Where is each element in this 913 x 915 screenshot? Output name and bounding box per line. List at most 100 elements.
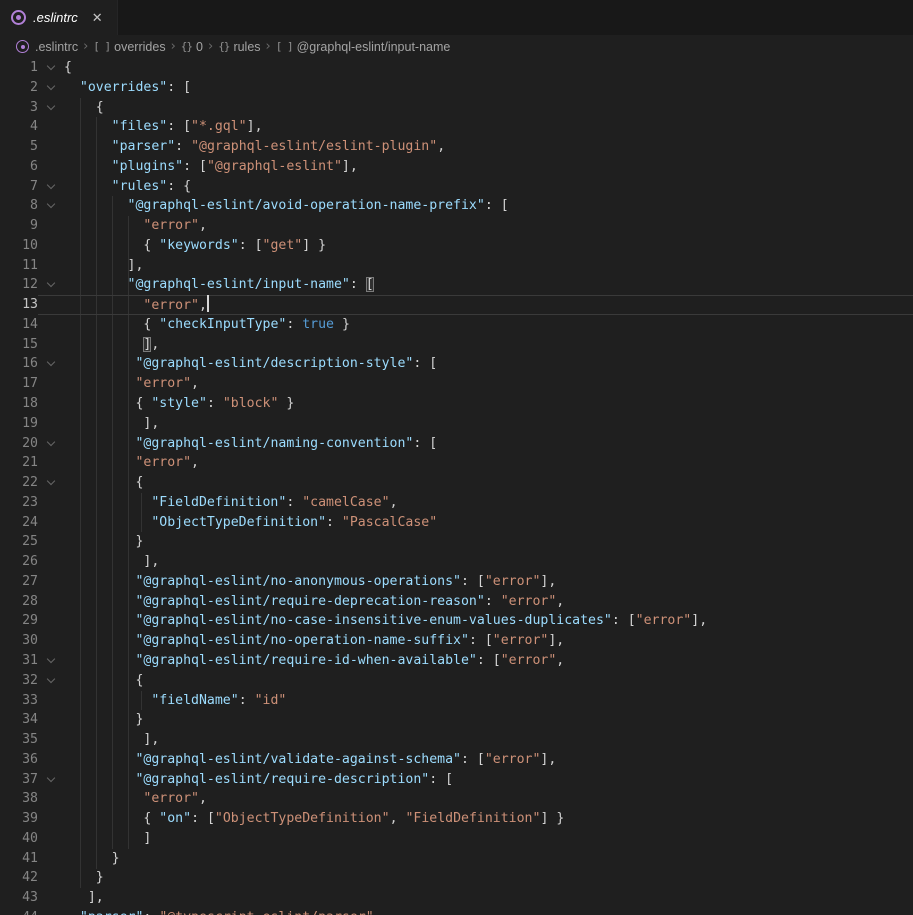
chevron-down-icon[interactable]	[46, 182, 56, 192]
breadcrumb-item[interactable]: [ ]@graphql-eslint/input-name	[276, 40, 451, 54]
code-line-content: "@graphql-eslint/no-anonymous-operations…	[64, 572, 556, 592]
code-line[interactable]: 22 {	[0, 473, 913, 493]
code-line[interactable]: 35 ],	[0, 730, 913, 750]
eslint-icon	[11, 10, 26, 25]
code-line[interactable]: 8 "@graphql-eslint/avoid-operation-name-…	[0, 196, 913, 216]
line-number: 1	[0, 58, 38, 78]
breadcrumb-item[interactable]: [ ] overrides	[93, 40, 165, 54]
code-line[interactable]: 38 "error",	[0, 789, 913, 809]
code-editor[interactable]: 1{2 "overrides": [3 {4 "files": ["*.gql"…	[0, 58, 913, 915]
code-line[interactable]: 31 "@graphql-eslint/require-id-when-avai…	[0, 651, 913, 671]
code-line-content: "@graphql-eslint/input-name": [	[64, 275, 374, 295]
chevron-down-icon[interactable]	[46, 656, 56, 666]
chevron-down-icon[interactable]	[46, 63, 56, 73]
code-line[interactable]: 28 "@graphql-eslint/require-deprecation-…	[0, 592, 913, 612]
line-number: 37	[0, 770, 38, 790]
code-line[interactable]: 34 }	[0, 710, 913, 730]
chevron-down-icon[interactable]	[46, 83, 56, 93]
code-line[interactable]: 21 "error",	[0, 453, 913, 473]
code-line[interactable]: 44 "parser": "@typescript-eslint/parser"	[0, 908, 913, 915]
code-line[interactable]: 40 ]	[0, 829, 913, 849]
chevron-down-icon[interactable]	[46, 775, 56, 785]
line-number: 40	[0, 829, 38, 849]
code-line[interactable]: 20 "@graphql-eslint/naming-convention": …	[0, 434, 913, 454]
code-line[interactable]: 6 "plugins": ["@graphql-eslint"],	[0, 157, 913, 177]
code-line[interactable]: 5 "parser": "@graphql-eslint/eslint-plug…	[0, 137, 913, 157]
text-cursor	[207, 295, 209, 312]
code-line-content: { "checkInputType": true }	[64, 315, 350, 335]
code-line[interactable]: 9 "error",	[0, 216, 913, 236]
breadcrumb-file-label: .eslintrc	[35, 40, 78, 54]
line-number: 19	[0, 414, 38, 434]
code-line[interactable]: 19 ],	[0, 414, 913, 434]
chevron-down-icon[interactable]	[46, 478, 56, 488]
breadcrumb-item-file[interactable]: .eslintrc	[16, 40, 78, 54]
line-number: 7	[0, 177, 38, 197]
code-line[interactable]: 43 ],	[0, 888, 913, 908]
chevron-down-icon[interactable]	[46, 201, 56, 211]
breadcrumb-item-label: rules	[233, 40, 260, 54]
symbol-array-icon: [ ]	[93, 40, 110, 53]
line-number: 36	[0, 750, 38, 770]
code-line[interactable]: 29 "@graphql-eslint/no-case-insensitive-…	[0, 611, 913, 631]
code-lines: 1{2 "overrides": [3 {4 "files": ["*.gql"…	[0, 58, 913, 915]
chevron-down-icon[interactable]	[46, 280, 56, 290]
code-line[interactable]: 12 "@graphql-eslint/input-name": [	[0, 275, 913, 295]
code-line[interactable]: 17 "error",	[0, 374, 913, 394]
code-line[interactable]: 24 "ObjectTypeDefinition": "PascalCase"	[0, 513, 913, 533]
code-line-content: {	[64, 473, 143, 493]
tab-label: .eslintrc	[33, 10, 78, 25]
line-number: 29	[0, 611, 38, 631]
code-line[interactable]: 4 "files": ["*.gql"],	[0, 117, 913, 137]
line-number: 32	[0, 671, 38, 691]
code-line[interactable]: 16 "@graphql-eslint/description-style": …	[0, 354, 913, 374]
code-line[interactable]: 18 { "style": "block" }	[0, 394, 913, 414]
line-number: 42	[0, 868, 38, 888]
code-line[interactable]: 15 ],	[0, 335, 913, 355]
line-number: 23	[0, 493, 38, 513]
code-line[interactable]: 7 "rules": {	[0, 177, 913, 197]
code-line[interactable]: 36 "@graphql-eslint/validate-against-sch…	[0, 750, 913, 770]
code-line[interactable]: 2 "overrides": [	[0, 78, 913, 98]
tab-eslintrc[interactable]: .eslintrc ✕	[0, 0, 118, 35]
chevron-down-icon[interactable]	[46, 103, 56, 113]
code-line[interactable]: 25 }	[0, 532, 913, 552]
chevron-down-icon[interactable]	[46, 359, 56, 369]
code-line[interactable]: 26 ],	[0, 552, 913, 572]
code-line[interactable]: 39 { "on": ["ObjectTypeDefinition", "Fie…	[0, 809, 913, 829]
code-line[interactable]: 3 {	[0, 98, 913, 118]
chevron-down-icon[interactable]	[46, 439, 56, 449]
code-line-content: {	[64, 98, 104, 118]
code-line[interactable]: 27 "@graphql-eslint/no-anonymous-operati…	[0, 572, 913, 592]
breadcrumb-item[interactable]: {}rules	[218, 40, 260, 54]
code-line[interactable]: 13 "error",	[0, 295, 913, 315]
code-line[interactable]: 37 "@graphql-eslint/require-description"…	[0, 770, 913, 790]
code-line-content: "@graphql-eslint/naming-convention": [	[64, 434, 437, 454]
code-line[interactable]: 14 { "checkInputType": true }	[0, 315, 913, 335]
code-line-content: "error",	[64, 453, 199, 473]
line-number: 16	[0, 354, 38, 374]
chevron-down-icon[interactable]	[46, 676, 56, 686]
code-line[interactable]: 10 { "keywords": ["get"] }	[0, 236, 913, 256]
close-icon[interactable]: ✕	[88, 9, 107, 27]
code-line-content: { "on": ["ObjectTypeDefinition", "FieldD…	[64, 809, 564, 829]
line-number: 15	[0, 335, 38, 355]
breadcrumb-item-label: overrides	[114, 40, 165, 54]
code-line[interactable]: 42 }	[0, 868, 913, 888]
line-number: 13	[0, 295, 38, 315]
code-line-content: "plugins": ["@graphql-eslint"],	[64, 157, 358, 177]
code-line[interactable]: 32 {	[0, 671, 913, 691]
code-line-content: "error",	[64, 789, 207, 809]
code-line[interactable]: 33 "fieldName": "id"	[0, 691, 913, 711]
code-line-content: "@graphql-eslint/require-description": [	[64, 770, 453, 790]
code-line[interactable]: 30 "@graphql-eslint/no-operation-name-su…	[0, 631, 913, 651]
tab-bar: .eslintrc ✕	[0, 0, 913, 35]
breadcrumb-item[interactable]: {}0	[181, 40, 203, 54]
code-line[interactable]: 23 "FieldDefinition": "camelCase",	[0, 493, 913, 513]
code-line[interactable]: 41 }	[0, 849, 913, 869]
code-line-content: "@graphql-eslint/avoid-operation-name-pr…	[64, 196, 509, 216]
vscode-window: .eslintrc ✕ .eslintrc ›[ ]overrides›{}0›…	[0, 0, 913, 915]
code-line[interactable]: 11 ],	[0, 256, 913, 276]
code-line-content: ],	[64, 256, 143, 276]
code-line[interactable]: 1{	[0, 58, 913, 78]
